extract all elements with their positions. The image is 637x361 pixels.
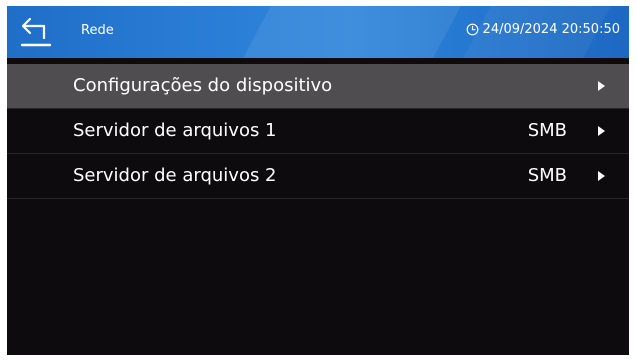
menu-item-label: Configurações do dispositivo [73,75,333,96]
header-bar: Rede 24/09/2024 20:50:50 [7,6,629,58]
back-arrow-icon [20,17,52,47]
back-button[interactable] [19,16,53,48]
menu-item-label: Servidor de arquivos 1 [73,120,277,141]
page-title: Rede [81,23,114,38]
datetime-text: 24/09/2024 20:50:50 [482,22,620,37]
datetime-display: 24/09/2024 20:50:50 [466,22,620,37]
menu-item-file-server-2[interactable]: Servidor de arquivos 2 SMB [7,154,629,199]
chevron-right-icon [598,171,605,181]
menu-item-value: SMB [527,165,567,186]
menu-list: Configurações do dispositivo Servidor de… [7,64,629,199]
menu-item-label: Servidor de arquivos 2 [73,165,277,186]
screen: Rede 24/09/2024 20:50:50 Configurações d… [7,6,629,355]
header-decoration [243,6,461,58]
chevron-right-icon [598,126,605,136]
clock-icon [466,23,478,36]
menu-item-device-settings[interactable]: Configurações do dispositivo [7,64,629,109]
menu-item-file-server-1[interactable]: Servidor de arquivos 1 SMB [7,109,629,154]
menu-item-value: SMB [527,120,567,141]
chevron-right-icon [598,81,605,91]
